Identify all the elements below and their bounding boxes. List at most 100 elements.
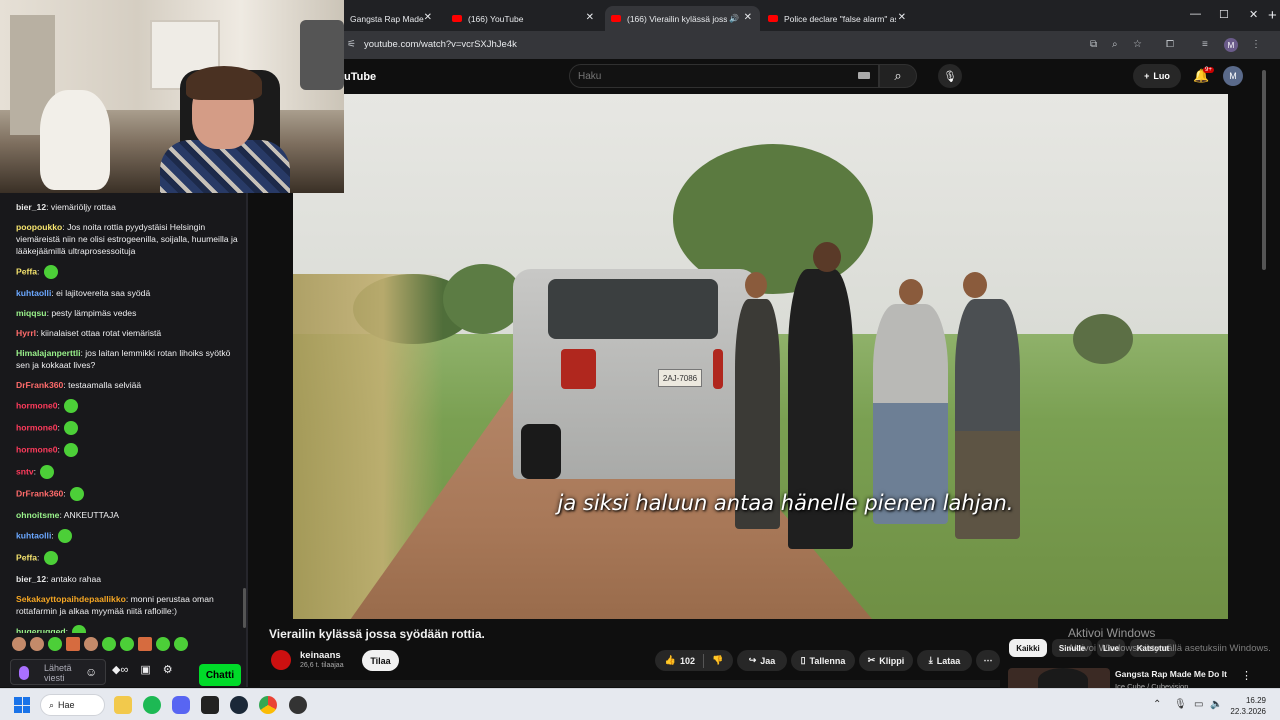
taskbar-clock[interactable]: 16.29 22.3.2026 xyxy=(1222,695,1266,717)
chat-scrollbar[interactable] xyxy=(243,588,246,628)
tab-gangsta-rap[interactable]: Gangsta Rap Made Me Do It ✕ xyxy=(344,6,440,31)
emote[interactable] xyxy=(84,637,98,651)
chat-username[interactable]: Hyrrl xyxy=(16,328,36,338)
spotify-icon[interactable] xyxy=(143,696,161,714)
file-explorer-icon[interactable] xyxy=(114,696,132,714)
site-info-icon[interactable]: ⚟ xyxy=(347,39,356,50)
chat-emote xyxy=(58,529,73,543)
emote[interactable] xyxy=(138,637,152,651)
media-control-icon[interactable]: ≡ xyxy=(1202,39,1208,50)
bits-icon[interactable]: ◆∞ xyxy=(112,663,128,681)
steam-icon[interactable] xyxy=(230,696,248,714)
chat-username[interactable]: ohnoitsme xyxy=(16,510,59,520)
store-icon[interactable]: ▣ xyxy=(140,663,150,681)
youtube-logo[interactable]: uTube xyxy=(344,71,376,83)
profile-avatar[interactable]: M xyxy=(1224,38,1238,52)
close-icon[interactable]: ✕ xyxy=(898,12,906,23)
chat-username[interactable]: DrFrank360 xyxy=(16,380,63,390)
emote[interactable] xyxy=(48,637,62,651)
x-app-icon[interactable] xyxy=(201,696,219,714)
channel-name[interactable]: keinaans xyxy=(300,650,341,661)
close-window-icon[interactable]: ✕ xyxy=(1249,8,1258,21)
video-player[interactable]: 2AJ-7086 ja siksi haluun antaa hänelle p… xyxy=(293,94,1228,619)
youtube-avatar[interactable]: M xyxy=(1223,66,1243,86)
bookmark-star-icon[interactable]: ☆ xyxy=(1133,39,1142,50)
clip-button[interactable]: ✂ Klippi xyxy=(859,650,913,671)
chrome-icon[interactable] xyxy=(259,696,277,714)
emote[interactable] xyxy=(30,637,44,651)
chat-username[interactable]: hugerugged xyxy=(16,626,66,633)
recommendation-more-icon[interactable]: ⋮ xyxy=(1241,669,1252,682)
chat-username[interactable]: hormone0 xyxy=(16,400,58,410)
search-input[interactable] xyxy=(578,68,858,84)
chat-username[interactable]: Peffa xyxy=(16,266,37,276)
emote[interactable] xyxy=(156,637,170,651)
subscribe-button[interactable]: Tilaa xyxy=(362,650,399,671)
voice-search-button[interactable]: 🎙 xyxy=(938,64,962,88)
save-button[interactable]: ▯ Tallenna xyxy=(791,650,855,671)
chip-all[interactable]: Kaikki xyxy=(1009,639,1047,657)
dislike-button[interactable]: 👎 xyxy=(712,655,723,666)
chat-username[interactable]: kuhtaolli xyxy=(16,288,51,298)
chat-username[interactable]: Sekakayttopaihdepaallikko xyxy=(16,594,126,604)
chat-username[interactable]: DrFrank360 xyxy=(16,488,63,498)
url-field[interactable]: ⚟ youtube.com/watch?v=vcrSXJhJe4k xyxy=(344,34,1114,56)
emote[interactable] xyxy=(120,637,134,651)
share-button[interactable]: ↪ Jaa xyxy=(737,650,787,671)
chat-username[interactable]: poopoukko xyxy=(16,222,62,232)
tab-youtube-home[interactable]: (166) YouTube ✕ xyxy=(446,6,602,31)
chat-username[interactable]: bier_12 xyxy=(16,574,46,584)
cast-icon[interactable]: ⧉ xyxy=(1090,39,1097,50)
chat-send-button[interactable]: Chatti xyxy=(199,664,241,686)
page-scrollbar[interactable] xyxy=(1262,70,1266,270)
emote[interactable] xyxy=(66,637,80,651)
settings-icon[interactable]: ⚙ xyxy=(163,663,173,681)
emote[interactable] xyxy=(174,637,188,651)
close-icon[interactable]: ✕ xyxy=(424,12,432,23)
keyboard-icon[interactable] xyxy=(858,72,870,79)
thumbs-up-icon: 👍 xyxy=(664,655,676,665)
emote[interactable] xyxy=(102,637,116,651)
menu-icon[interactable]: ⋮ xyxy=(1251,39,1261,50)
create-button[interactable]: + Luo xyxy=(1133,64,1181,88)
download-button[interactable]: ⤓ Lataa xyxy=(917,650,972,671)
chat-username[interactable]: hormone0 xyxy=(16,444,58,454)
mic-icon[interactable] xyxy=(19,666,29,680)
extensions-icon[interactable]: ⧠ xyxy=(1166,39,1174,50)
search-box[interactable] xyxy=(569,64,879,88)
channel-avatar[interactable] xyxy=(271,650,291,670)
tray-chevron-icon[interactable]: ⌃ xyxy=(1153,699,1161,710)
speaker-icon[interactable]: 🔊 xyxy=(729,14,739,23)
search-button[interactable]: ⌕ xyxy=(879,64,917,88)
chat-username[interactable]: Peffa xyxy=(16,552,37,562)
emote[interactable] xyxy=(12,637,26,651)
emoji-icon[interactable]: ☺ xyxy=(85,665,97,679)
chat-username[interactable]: kuhtaolli xyxy=(16,530,51,540)
close-icon[interactable]: ✕ xyxy=(586,12,594,23)
taskbar-search[interactable]: ⌕ Hae xyxy=(40,694,105,716)
zoom-icon[interactable]: ⌕ xyxy=(1112,39,1118,50)
emote-suggestions[interactable] xyxy=(12,637,242,659)
minimize-icon[interactable]: — xyxy=(1190,8,1201,20)
recommendation-title[interactable]: Gangsta Rap Made Me Do It xyxy=(1115,669,1227,679)
network-icon[interactable]: ▭ xyxy=(1194,699,1203,710)
close-icon[interactable]: ✕ xyxy=(744,12,752,23)
volume-icon[interactable]: 🔈 xyxy=(1210,699,1222,710)
maximize-icon[interactable]: ☐ xyxy=(1219,8,1229,21)
more-actions-button[interactable]: ⋯ xyxy=(976,650,1000,671)
chat-username[interactable]: bier_12 xyxy=(16,202,46,212)
like-button[interactable]: 👍 102 xyxy=(665,655,695,666)
chat-username[interactable]: miqqsu xyxy=(16,308,47,318)
chat-input[interactable]: Lähetä viesti ☺ xyxy=(10,659,106,685)
windows-start-icon[interactable] xyxy=(14,697,30,713)
tab-current-video[interactable]: (166) Vierailin kylässä jossa 🔊 ✕ xyxy=(605,6,760,31)
chat-message-list[interactable]: bier_12: viemäriöljy rottaa poopoukko: Jo… xyxy=(0,193,244,633)
obs-icon[interactable] xyxy=(289,696,307,714)
discord-icon[interactable] xyxy=(172,696,190,714)
chat-username[interactable]: Himalajanperttli xyxy=(16,348,80,358)
chat-username[interactable]: sntv xyxy=(16,466,34,476)
tab-police-news[interactable]: Police declare "false alarm" as a ✕ xyxy=(762,6,914,31)
new-tab-icon[interactable]: + xyxy=(1268,7,1277,24)
tray-mic-icon[interactable]: 🎙 xyxy=(1174,699,1187,710)
chat-username[interactable]: hormone0 xyxy=(16,422,58,432)
